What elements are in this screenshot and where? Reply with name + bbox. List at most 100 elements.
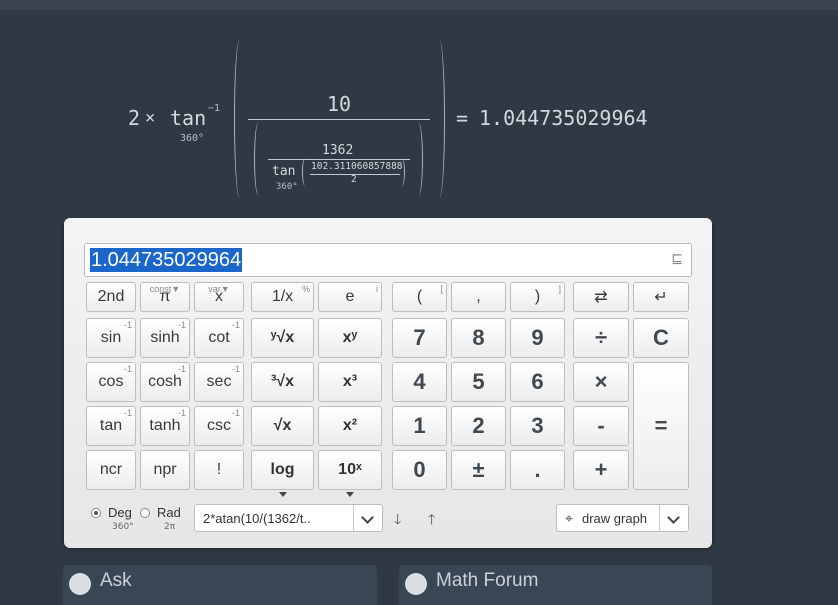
log-button[interactable]: log xyxy=(251,450,314,497)
list-icon xyxy=(405,573,427,595)
rad-label[interactable]: Rad xyxy=(157,505,181,520)
key-9[interactable]: 9 xyxy=(510,318,565,358)
npr-button[interactable]: npr xyxy=(140,450,190,490)
cube-root-button[interactable]: ³√x xyxy=(251,362,314,402)
inner-function: tan xyxy=(272,164,296,179)
enter-icon: ↵ xyxy=(654,289,668,306)
history-value[interactable]: 2*atan(10/(1362/t.. xyxy=(203,511,311,526)
reciprocal-button[interactable]: % 1/x xyxy=(251,282,314,312)
swap-icon: ⇄ xyxy=(594,289,608,306)
equals-button[interactable]: = xyxy=(633,362,689,490)
forum-panel[interactable]: Math Forum xyxy=(399,565,712,605)
key-7[interactable]: 7 xyxy=(392,318,447,358)
inner-right-paren xyxy=(414,122,423,196)
chevron-down-icon xyxy=(667,511,680,524)
key-4[interactable]: 4 xyxy=(392,362,447,402)
sqrt-button[interactable]: √x xyxy=(251,406,314,446)
cosh-button[interactable]: -1 cosh xyxy=(140,362,190,402)
deg-sub: 360° xyxy=(112,522,134,532)
crosshair-icon: ⌖ xyxy=(565,510,573,526)
subtract-button[interactable]: - xyxy=(573,406,629,446)
plus-minus-button[interactable]: ± xyxy=(451,450,506,490)
tanh-button[interactable]: -1 tanh xyxy=(140,406,190,446)
chat-icon xyxy=(69,573,91,595)
calculator-display[interactable]: 1.044735029964 ⊑ xyxy=(84,243,692,277)
cube-button[interactable]: x³ xyxy=(318,362,382,402)
inner-left-paren xyxy=(254,122,263,196)
key-6[interactable]: 6 xyxy=(510,362,565,402)
chevron-down-icon xyxy=(361,511,374,524)
display-value[interactable]: 1.044735029964 xyxy=(90,248,243,272)
csc-button[interactable]: -1 csc xyxy=(194,406,244,446)
right-paren-button[interactable]: ]) xyxy=(510,282,565,312)
decimal-button[interactable]: . xyxy=(510,450,565,490)
graph-dropdown[interactable] xyxy=(659,505,688,531)
divide-button[interactable]: ÷ xyxy=(573,318,629,358)
sec-button[interactable]: -1 sec xyxy=(194,362,244,402)
tan-button[interactable]: -1 tan xyxy=(86,406,136,446)
swap-button[interactable]: ⇄ xyxy=(573,282,629,312)
ask-title[interactable]: Ask xyxy=(100,570,132,592)
forum-title[interactable]: Math Forum xyxy=(436,570,538,592)
arrow-up-icon[interactable]: 🡑 xyxy=(428,509,435,533)
multiply-button[interactable]: × xyxy=(573,362,629,402)
formula-result: 1.044735029964 xyxy=(479,106,648,130)
ten-power-dropdown-icon xyxy=(346,492,354,497)
square-button[interactable]: x² xyxy=(318,406,382,446)
inner-argument: 102.311060857888 xyxy=(311,161,403,172)
sin-button[interactable]: -1 sin xyxy=(86,318,136,358)
formula-coefficient: 2 xyxy=(128,106,141,130)
inner-unit: 360° xyxy=(276,182,298,192)
second-button[interactable]: 2nd xyxy=(86,282,136,312)
cos-button[interactable]: -1 cos xyxy=(86,362,136,402)
power-button[interactable]: xʸ xyxy=(318,318,382,358)
variable-button[interactable]: var▼ x xyxy=(194,282,244,312)
rad-radio[interactable] xyxy=(140,508,150,518)
history-combo[interactable]: 2*atan(10/(1362/t.. xyxy=(194,504,383,532)
sinh-button[interactable]: -1 sinh xyxy=(140,318,190,358)
deg-label[interactable]: Deg xyxy=(108,505,132,520)
enter-button[interactable]: ↵ xyxy=(633,282,689,312)
arg-right-paren xyxy=(399,158,405,186)
key-1[interactable]: 1 xyxy=(392,406,447,446)
factorial-button[interactable]: ! xyxy=(194,450,244,490)
left-paren-button[interactable]: [( xyxy=(392,282,447,312)
history-icon[interactable]: ⊑ xyxy=(671,251,683,267)
arg-left-paren xyxy=(302,158,308,186)
formula-inverse: −1 xyxy=(208,103,221,114)
ncr-button[interactable]: ncr xyxy=(86,450,136,490)
key-0[interactable]: 0 xyxy=(392,450,447,490)
cot-button[interactable]: -1 cot xyxy=(194,318,244,358)
pi-button[interactable]: const▼ π xyxy=(140,282,190,312)
inner-numerator: 1362 xyxy=(322,143,354,158)
key-5[interactable]: 5 xyxy=(451,362,506,402)
outer-left-paren xyxy=(234,40,245,198)
formula-equals: = xyxy=(456,106,469,130)
draw-graph-combo[interactable]: ⌖ draw graph xyxy=(556,504,689,532)
clear-button[interactable]: C xyxy=(633,318,689,358)
formula-numerator: 10 xyxy=(327,92,352,116)
inner-fraction-line xyxy=(268,159,410,160)
calculator-panel: 1.044735029964 ⊑ 2nd const▼ π var▼ x % 1/x … xyxy=(64,218,712,548)
ask-panel[interactable]: Ask xyxy=(63,565,377,605)
outer-right-paren xyxy=(434,40,445,198)
draw-graph-label[interactable]: draw graph xyxy=(582,511,647,526)
ten-power-button[interactable]: 10ˣ xyxy=(318,450,382,497)
key-8[interactable]: 8 xyxy=(451,318,506,358)
rad-sub: 2π xyxy=(164,522,176,532)
history-dropdown[interactable] xyxy=(353,505,382,531)
arrow-down-icon[interactable]: 🡓 xyxy=(394,509,401,533)
add-button[interactable]: + xyxy=(573,450,629,490)
log-dropdown-icon xyxy=(278,492,287,497)
comma-button[interactable]: , xyxy=(451,282,506,312)
formula-unit: 360° xyxy=(180,133,205,144)
euler-button[interactable]: ie xyxy=(318,282,382,312)
key-3[interactable]: 3 xyxy=(510,406,565,446)
inner-denominator: 2 xyxy=(351,174,357,185)
formula-function: tan xyxy=(170,106,207,130)
yroot-button[interactable]: ʸ√x xyxy=(251,318,314,358)
formula-display: 2 × tan −1 360° 10 1362 tan 360° 102.311… xyxy=(0,0,838,210)
deg-radio[interactable] xyxy=(91,508,101,518)
outer-fraction-line xyxy=(248,119,430,120)
key-2[interactable]: 2 xyxy=(451,406,506,446)
